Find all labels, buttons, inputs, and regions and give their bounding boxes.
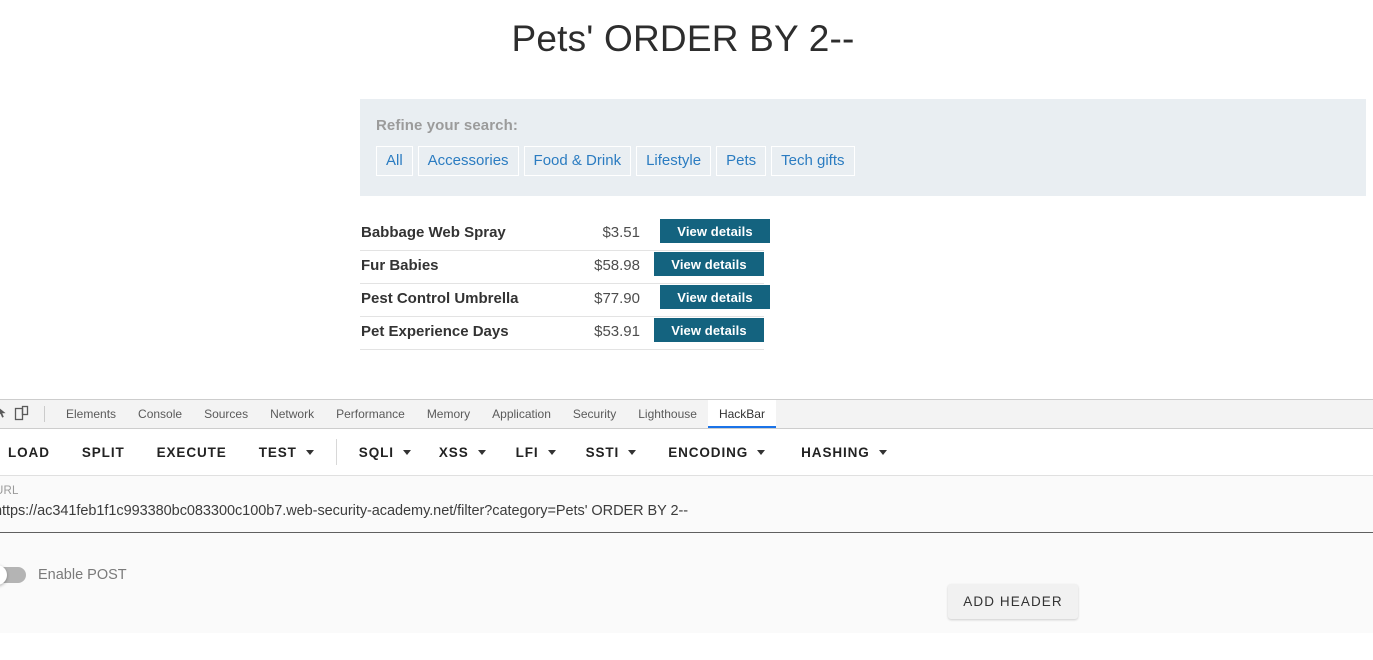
category-filter-tech-gifts[interactable]: Tech gifts (771, 146, 855, 176)
hackbar-load-button[interactable]: LOAD (8, 439, 50, 466)
hackbar-execute-button[interactable]: EXECUTE (157, 439, 227, 466)
tab-network[interactable]: Network (259, 400, 325, 428)
product-price: $53.91 (594, 323, 640, 340)
enable-post-group: Enable POST (0, 565, 127, 585)
category-filter-list: All Accessories Food & Drink Lifestyle P… (376, 146, 855, 176)
category-filter-food-and-drink[interactable]: Food & Drink (523, 146, 632, 176)
enable-post-label: Enable POST (38, 567, 127, 583)
hackbar-execute-label: EXECUTE (156, 444, 227, 460)
web-page-viewport: Pets' ORDER BY 2-- Refine your search: A… (0, 0, 1373, 399)
tab-elements[interactable]: Elements (55, 400, 127, 428)
chevron-down-icon (305, 449, 314, 455)
tab-lighthouse[interactable]: Lighthouse (627, 400, 708, 428)
hackbar-sqli-label: SQLI (358, 444, 394, 460)
hackbar-hashing-menu[interactable]: HASHING (801, 439, 887, 466)
hackbar-test-menu[interactable]: TEST (259, 439, 314, 466)
tab-console[interactable]: Console (127, 400, 193, 428)
hackbar-toolbar: LOAD SPLIT EXECUTE TEST SQLI XSS LFI SST… (0, 429, 1373, 476)
toolbar-divider (335, 439, 337, 465)
hackbar-encoding-label: ENCODING (668, 444, 749, 460)
hackbar-hashing-label: HASHING (801, 444, 870, 460)
view-details-button[interactable]: View details (654, 252, 764, 276)
chevron-down-icon (757, 449, 766, 455)
product-list: Babbage Web Spray $3.51 View details Fur… (360, 218, 770, 350)
toggle-knob (0, 565, 7, 585)
view-details-button[interactable]: View details (654, 318, 764, 342)
hackbar-lfi-label: LFI (515, 444, 539, 460)
hackbar-ssti-menu[interactable]: SSTI (586, 439, 637, 466)
hackbar-xss-label: XSS (438, 444, 469, 460)
tab-application[interactable]: Application (481, 400, 562, 428)
chevron-down-icon (878, 449, 887, 455)
chevron-down-icon (477, 449, 486, 455)
table-row: Pet Experience Days $53.91 View details (360, 317, 764, 350)
chevron-down-icon (547, 449, 556, 455)
category-filter-lifestyle[interactable]: Lifestyle (636, 146, 712, 176)
product-name: Pet Experience Days (361, 323, 509, 340)
devtools-tab-list: Elements Console Sources Network Perform… (55, 400, 776, 428)
chevron-down-icon (628, 449, 637, 455)
tab-hackbar[interactable]: HackBar (707, 400, 776, 428)
hackbar-split-label: SPLIT (81, 444, 125, 460)
product-price: $58.98 (594, 257, 640, 274)
hackbar-options-row: Enable POST (0, 533, 1373, 633)
hackbar-ssti-label: SSTI (585, 444, 620, 460)
url-field[interactable]: URL https://ac341feb1f1c993380bc083300c1… (0, 476, 1373, 533)
toolbar-divider (44, 406, 45, 422)
page-title: Pets' ORDER BY 2-- (511, 18, 855, 59)
table-row: Fur Babies $58.98 View details (360, 251, 764, 284)
refine-search-label: Refine your search: (376, 117, 518, 134)
category-filter-pets[interactable]: Pets (716, 146, 767, 176)
category-filter-all[interactable]: All (376, 146, 413, 176)
url-input[interactable]: https://ac341feb1f1c993380bc083300c100b7… (0, 503, 688, 519)
hackbar-sqli-menu[interactable]: SQLI (359, 439, 411, 466)
product-name: Babbage Web Spray (361, 224, 506, 241)
tab-security[interactable]: Security (562, 400, 627, 428)
enable-post-toggle[interactable] (0, 565, 26, 585)
device-toolbar-icon[interactable] (14, 405, 31, 422)
product-name: Pest Control Umbrella (361, 290, 519, 307)
chevron-down-icon (402, 449, 411, 455)
table-row: Pest Control Umbrella $77.90 View detail… (360, 284, 770, 317)
url-field-label: URL (0, 485, 19, 497)
product-price: $3.51 (602, 224, 640, 241)
hackbar-encoding-menu[interactable]: ENCODING (668, 439, 766, 466)
hackbar-load-label: LOAD (8, 444, 50, 460)
refine-search-panel: Refine your search: All Accessories Food… (360, 99, 1366, 196)
devtools-panel: Elements Console Sources Network Perform… (0, 399, 1373, 660)
add-header-button[interactable]: ADD HEADER (948, 584, 1078, 619)
tab-sources[interactable]: Sources (193, 400, 259, 428)
hackbar-split-button[interactable]: SPLIT (82, 439, 125, 466)
hackbar-xss-menu[interactable]: XSS (439, 439, 486, 466)
category-filter-accessories[interactable]: Accessories (417, 146, 519, 176)
inspect-icon[interactable] (0, 405, 12, 422)
tab-memory[interactable]: Memory (416, 400, 481, 428)
product-name: Fur Babies (361, 257, 439, 274)
table-row: Babbage Web Spray $3.51 View details (360, 218, 770, 251)
view-details-button[interactable]: View details (660, 219, 770, 243)
devtools-tab-bar: Elements Console Sources Network Perform… (0, 400, 1373, 429)
tab-performance[interactable]: Performance (325, 400, 416, 428)
hackbar-lfi-menu[interactable]: LFI (516, 439, 556, 466)
product-price: $77.90 (594, 290, 640, 307)
view-details-button[interactable]: View details (660, 285, 770, 309)
hackbar-test-label: TEST (258, 444, 297, 460)
